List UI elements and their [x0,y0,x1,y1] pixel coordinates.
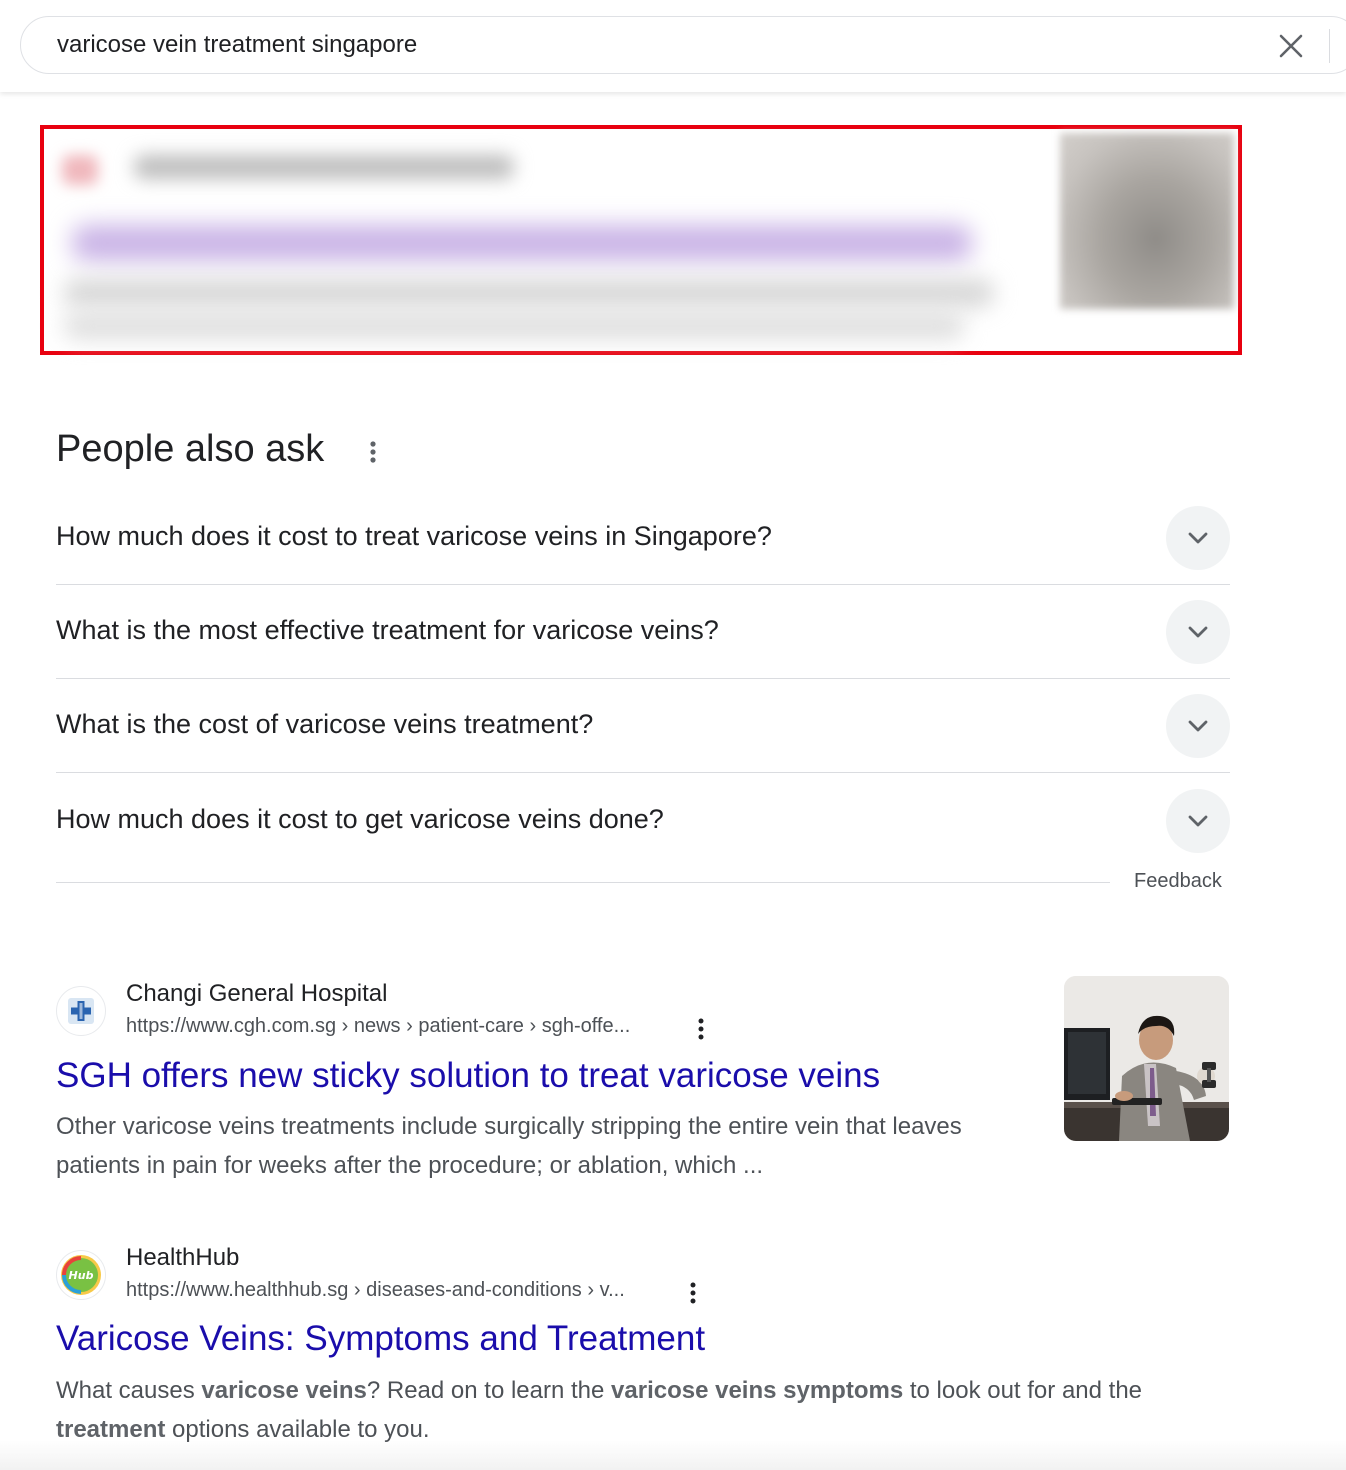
people-also-ask-title: People also ask [56,428,325,470]
paa-divider [56,882,1110,883]
search-box[interactable] [20,16,1346,74]
cgh-favicon-icon [56,986,106,1036]
bottom-fade [0,1440,1346,1470]
snippet-line: Other varicose veins treatments include … [56,1113,962,1140]
blurred-snippet-line [64,313,964,339]
result-snippet: What causes varicose veins? Read on to l… [56,1371,1236,1449]
chevron-down-icon[interactable] [1166,789,1230,853]
result-url[interactable]: https://www.cgh.com.sg › news › patient-… [126,1015,630,1038]
blurred-thumbnail [1060,133,1234,309]
result-url[interactable]: https://www.healthhub.sg › diseases-and-… [126,1279,625,1302]
search-header [0,0,1346,92]
chevron-down-icon[interactable] [1166,506,1230,570]
result-site-name: HealthHub [126,1244,240,1271]
snippet-highlight: varicose veins symptoms [611,1377,904,1404]
result-title-link[interactable]: Varicose Veins: Symptoms and Treatment [56,1319,705,1359]
highlighted-blurred-result [40,125,1242,355]
snippet-highlight: varicose veins [201,1377,367,1404]
result-site-name: Changi General Hospital [126,980,388,1007]
paa-question-row[interactable]: How much does it cost to treat varicose … [56,491,1230,585]
paa-question-row[interactable]: How much does it cost to get varicose ve… [56,774,1230,868]
blurred-snippet-line [64,279,994,307]
paa-question-row[interactable]: What is the cost of varicose veins treat… [56,679,1230,773]
healthhub-favicon-text: Hub [68,1268,94,1282]
paa-question: How much does it cost to get varicose ve… [56,804,664,834]
search-input[interactable] [57,29,1237,61]
blurred-site-name [134,155,514,179]
search-divider [1329,29,1330,63]
close-icon[interactable] [1278,33,1304,59]
paa-question: How much does it cost to treat varicose … [56,521,772,551]
healthhub-favicon-icon: Hub [56,1250,106,1300]
blurred-favicon [62,155,98,185]
result-thumbnail-image[interactable] [1064,976,1229,1141]
paa-question: What is the most effective treatment for… [56,615,719,645]
more-options-icon[interactable] [364,438,382,466]
snippet-line: patients in pain for weeks after the pro… [56,1152,764,1179]
result-snippet: Other varicose veins treatments include … [56,1107,1046,1185]
paa-question: What is the cost of varicose veins treat… [56,709,594,739]
chevron-down-icon[interactable] [1166,694,1230,758]
snippet-line: What causes varicose veins? Read on to l… [56,1377,1143,1404]
blurred-title [72,225,972,261]
snippet-highlight: treatment [56,1416,166,1443]
more-options-icon[interactable] [693,1016,709,1042]
paa-question-row[interactable]: What is the most effective treatment for… [56,585,1230,679]
result-title-link[interactable]: SGH offers new sticky solution to treat … [56,1056,880,1096]
feedback-link[interactable]: Feedback [1134,870,1222,893]
more-options-icon[interactable] [685,1280,701,1306]
chevron-down-icon[interactable] [1166,600,1230,664]
